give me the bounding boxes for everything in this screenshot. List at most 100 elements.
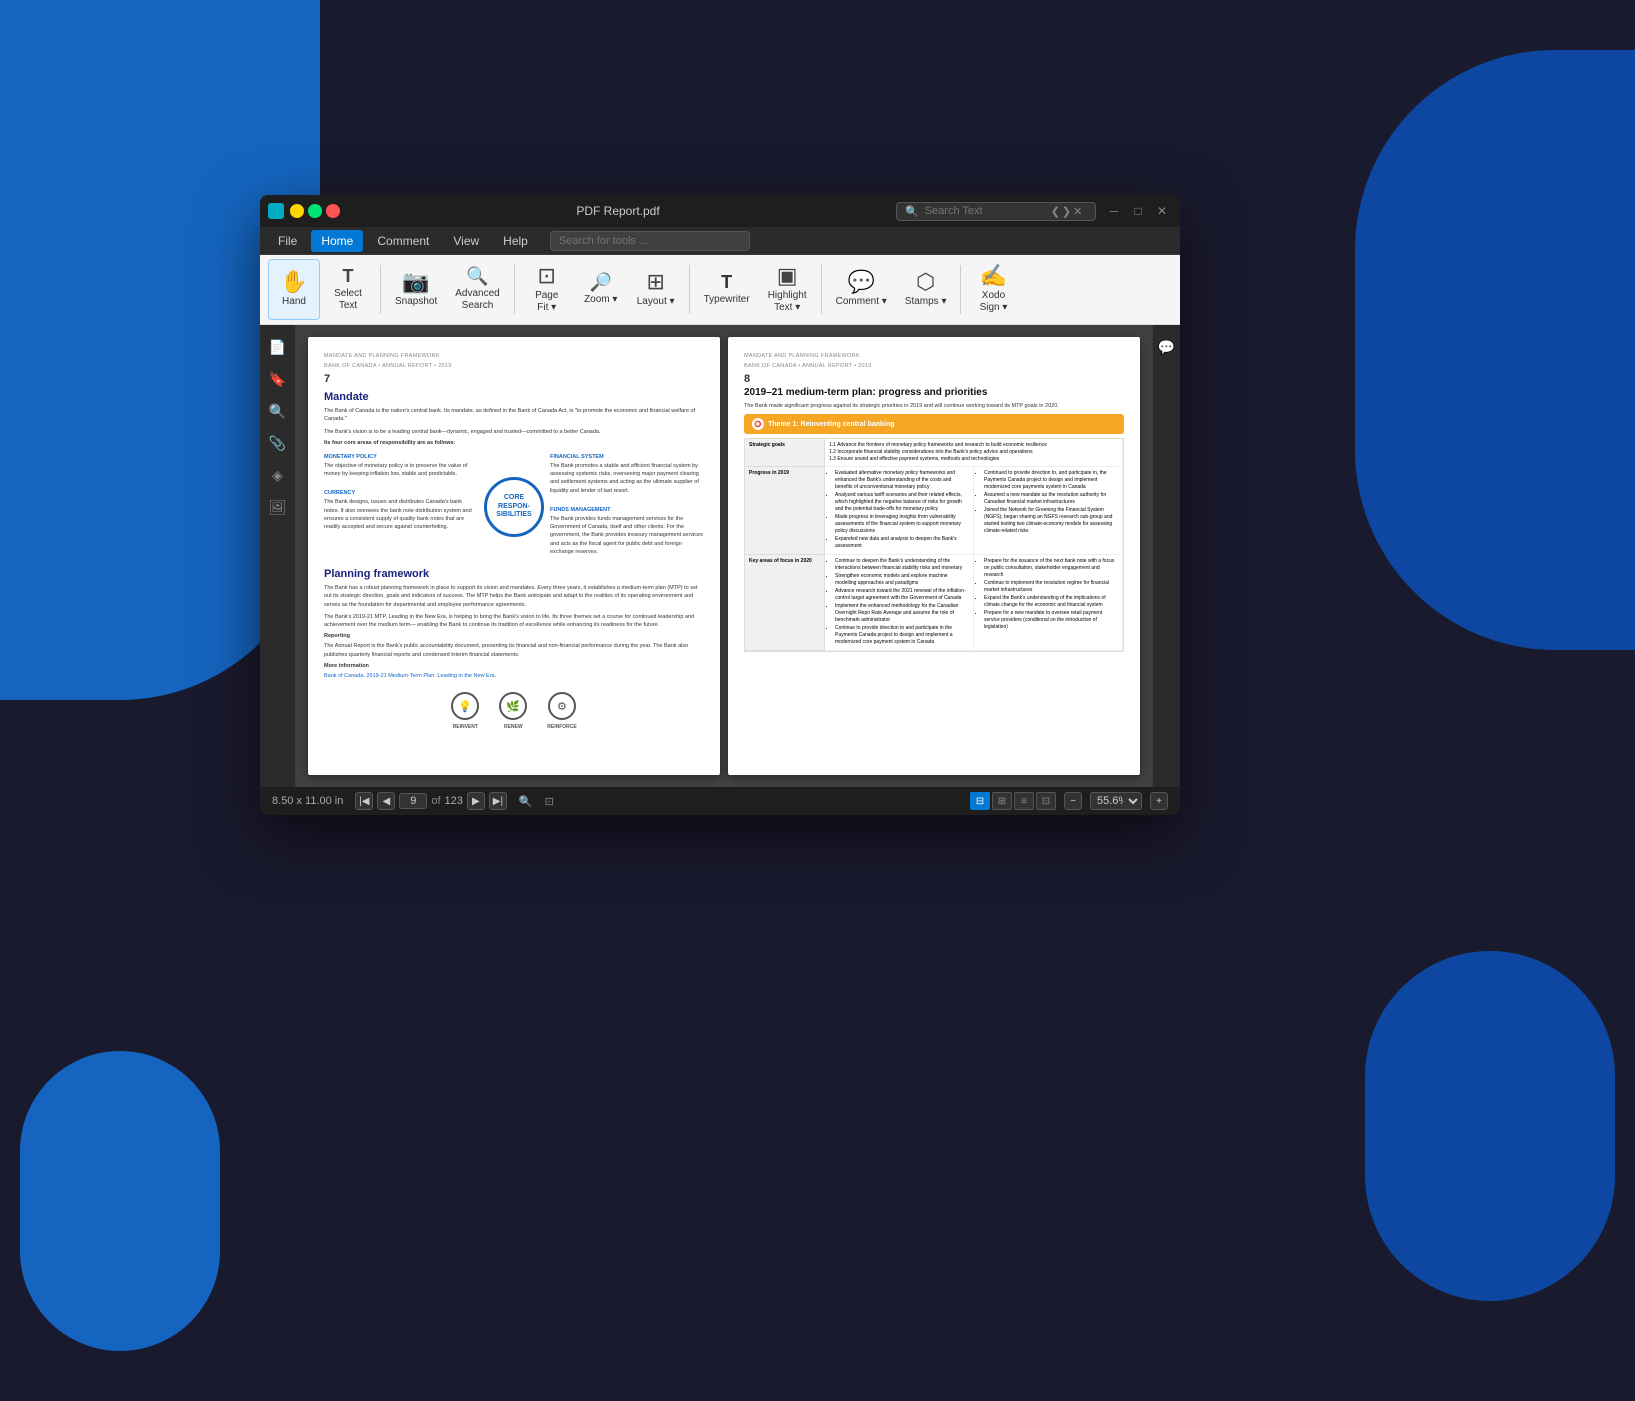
core-circle-text: CORERESPON-SIBILITIES bbox=[496, 494, 531, 519]
currency-section: CURRENCY The Bank designs, issues and di… bbox=[324, 490, 478, 535]
page-left-number: 7 bbox=[324, 373, 704, 385]
search-text-input[interactable] bbox=[925, 205, 1045, 217]
reporting-title: Reporting bbox=[324, 633, 704, 639]
currency-title: CURRENCY bbox=[324, 490, 478, 496]
menu-file[interactable]: File bbox=[268, 230, 307, 252]
tool-comment[interactable]: 💬 Comment ▾ bbox=[828, 259, 895, 320]
search-bar[interactable]: 🔍 ❮ ❯ ✕ bbox=[896, 202, 1096, 221]
tool-page-fit[interactable]: ⊡ PageFit ▾ bbox=[521, 259, 573, 320]
comment-label: Comment ▾ bbox=[836, 296, 887, 308]
core-circle-container: CORERESPON-SIBILITIES bbox=[484, 454, 544, 560]
hand-icon: ✋ bbox=[280, 271, 307, 293]
maximize-button[interactable] bbox=[308, 204, 322, 218]
pdf-page-right[interactable]: MANDATE AND PLANNING FRAMEWORK BANK OF C… bbox=[728, 337, 1140, 775]
col-label-strategic: Strategic goals bbox=[745, 439, 825, 467]
dimensions-label: 8.50 x 11.00 in bbox=[272, 795, 343, 807]
renew-icon: 🌿 bbox=[499, 692, 527, 720]
menu-comment[interactable]: Comment bbox=[367, 230, 439, 252]
separator-4 bbox=[821, 265, 822, 314]
tool-snapshot[interactable]: 📷 Snapshot bbox=[387, 259, 445, 320]
window-maximize-btn[interactable]: □ bbox=[1128, 201, 1148, 221]
reinforce-label: REINFORCE bbox=[547, 724, 576, 730]
search-status-icon[interactable]: 🔍 bbox=[519, 795, 533, 808]
advanced-search-label: AdvancedSearch bbox=[455, 288, 499, 312]
sidebar-layers-icon[interactable]: ◈ bbox=[264, 461, 292, 489]
total-pages-label: 123 bbox=[445, 795, 463, 807]
search-close-button[interactable]: ✕ bbox=[1073, 205, 1082, 218]
two-page-view-button[interactable]: ⊞ bbox=[992, 792, 1012, 810]
search-navigation: ❮ ❯ ✕ bbox=[1051, 205, 1083, 218]
chat-icon[interactable]: 💬 bbox=[1153, 333, 1181, 361]
page-navigation: |◀ ◀ of 123 ▶ ▶| bbox=[355, 792, 507, 810]
first-page-button[interactable]: |◀ bbox=[355, 792, 373, 810]
separator-5 bbox=[960, 265, 961, 314]
menu-home[interactable]: Home bbox=[311, 230, 363, 252]
status-right: ⊟ ⊞ ≡ ⊡ − 55.6% 50% 75% 100% 125% 150% + bbox=[970, 792, 1168, 810]
tools-search[interactable] bbox=[550, 231, 750, 251]
reinvent-icon-item: 💡 REINVENT bbox=[451, 692, 479, 730]
tool-advanced-search[interactable]: 🔍 AdvancedSearch bbox=[447, 259, 507, 320]
funds-text: The Bank provides funds management servi… bbox=[550, 515, 704, 556]
close-button[interactable] bbox=[326, 204, 340, 218]
search-next-button[interactable]: ❯ bbox=[1062, 205, 1071, 218]
status-left: 8.50 x 11.00 in bbox=[272, 795, 343, 807]
tool-xodo-sign[interactable]: ✍ XodoSign ▾ bbox=[967, 259, 1019, 320]
window-minimize-btn[interactable]: ─ bbox=[1104, 201, 1124, 221]
xodo-sign-label: XodoSign ▾ bbox=[980, 290, 1008, 314]
window-close-btn[interactable]: ✕ bbox=[1152, 201, 1172, 221]
separator-2 bbox=[514, 265, 515, 314]
sidebar-page-icon[interactable]: 📄 bbox=[264, 333, 292, 361]
focus-col1: Continue to deepen the Bank's understand… bbox=[825, 555, 974, 651]
last-page-button[interactable]: ▶| bbox=[489, 792, 507, 810]
tool-highlight-text[interactable]: ▣ HighlightText ▾ bbox=[760, 259, 815, 320]
financial-system-title: FINANCIAL SYSTEM bbox=[550, 454, 704, 460]
toolbar: ✋ Hand T SelectText 📷 Snapshot 🔍 Advance… bbox=[260, 255, 1180, 325]
core-diagram: MONETARY POLICY The objective of monetar… bbox=[324, 454, 704, 560]
page-right-header: MANDATE AND PLANNING FRAMEWORK bbox=[744, 353, 1124, 359]
prev-page-button[interactable]: ◀ bbox=[377, 792, 395, 810]
next-page-button[interactable]: ▶ bbox=[467, 792, 485, 810]
tool-hand[interactable]: ✋ Hand bbox=[268, 259, 320, 320]
currency-text: The Bank designs, issues and distributes… bbox=[324, 498, 478, 531]
col-label-focus: Key areas of focus in 2020 bbox=[745, 555, 825, 651]
bg-decoration-bottom-left bbox=[20, 1051, 220, 1351]
layout-icon: ⊞ bbox=[646, 271, 664, 293]
reinforce-icon-item: ⚙ REINFORCE bbox=[547, 692, 576, 730]
typewriter-icon: T bbox=[721, 273, 732, 291]
page-left-subheader: BANK OF CANADA • ANNUAL REPORT • 2019 bbox=[324, 363, 704, 369]
core-areas-text: Its four core areas of responsibility ar… bbox=[324, 440, 704, 446]
tools-search-input[interactable] bbox=[550, 231, 750, 251]
fit-width-icon[interactable]: ⊡ bbox=[545, 795, 554, 808]
bottom-icons-row: 💡 REINVENT 🌿 RENEW ⚙ REINFORCE bbox=[324, 692, 704, 730]
single-page-view-button[interactable]: ⊟ bbox=[970, 792, 990, 810]
pdf-page-left[interactable]: MANDATE AND PLANNING FRAMEWORK BANK OF C… bbox=[308, 337, 720, 775]
sidebar-attachment-icon[interactable]: 📎 bbox=[264, 429, 292, 457]
search-prev-button[interactable]: ❮ bbox=[1051, 205, 1060, 218]
col-label-progress: Progress in 2019 bbox=[745, 467, 825, 555]
zoom-out-button[interactable]: − bbox=[1064, 792, 1082, 810]
zoom-select[interactable]: 55.6% 50% 75% 100% 125% 150% bbox=[1090, 792, 1142, 810]
menu-view[interactable]: View bbox=[443, 230, 489, 252]
planning-title: Planning framework bbox=[324, 568, 704, 580]
sidebar-image-icon[interactable]: 🖼 bbox=[264, 493, 292, 521]
search-icon: 🔍 bbox=[905, 205, 919, 218]
menu-help[interactable]: Help bbox=[493, 230, 538, 252]
bg-decoration-right bbox=[1355, 50, 1635, 650]
fit-view-button[interactable]: ⊡ bbox=[1036, 792, 1056, 810]
scroll-view-button[interactable]: ≡ bbox=[1014, 792, 1034, 810]
tool-typewriter[interactable]: T Typewriter bbox=[696, 259, 758, 320]
pdf-viewer[interactable]: MANDATE AND PLANNING FRAMEWORK BANK OF C… bbox=[296, 325, 1152, 787]
minimize-button[interactable] bbox=[290, 204, 304, 218]
tool-select-text[interactable]: T SelectText bbox=[322, 259, 374, 320]
sidebar-search-icon[interactable]: 🔍 bbox=[264, 397, 292, 425]
tool-zoom[interactable]: 🔎 Zoom ▾ bbox=[575, 259, 627, 320]
snapshot-label: Snapshot bbox=[395, 296, 437, 308]
renew-label: RENEW bbox=[504, 724, 523, 730]
sidebar-bookmark-icon[interactable]: 🔖 bbox=[264, 365, 292, 393]
tool-stamps[interactable]: ⬡ Stamps ▾ bbox=[897, 259, 955, 320]
tool-layout[interactable]: ⊞ Layout ▾ bbox=[629, 259, 683, 320]
funds-section: FUNDS MANAGEMENT The Bank provides funds… bbox=[550, 507, 704, 560]
zoom-in-button[interactable]: + bbox=[1150, 792, 1168, 810]
theme-icon: ⭕ bbox=[752, 418, 764, 430]
current-page-input[interactable] bbox=[399, 793, 427, 809]
